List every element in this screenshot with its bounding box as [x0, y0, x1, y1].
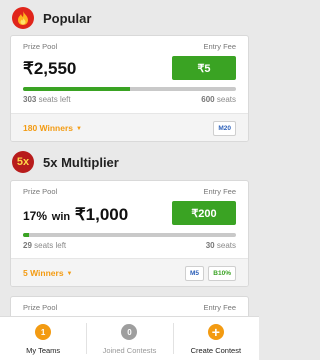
joined-count-badge: 0 — [121, 324, 138, 340]
section-title: 5x Multiplier — [43, 154, 119, 170]
bonus-tag: B10% — [208, 266, 236, 281]
winners-dropdown[interactable]: 5 Winners ▼ — [23, 268, 73, 278]
chevron-down-icon: ▼ — [66, 271, 73, 277]
total-seats: 600 seats — [201, 95, 236, 104]
prize-amount: 17% win ₹1,000 — [23, 205, 128, 225]
entry-fee-button[interactable]: ₹200 — [172, 201, 236, 225]
seats-left: 29 seats left — [23, 241, 67, 250]
multi-entry-tag: M20 — [213, 121, 236, 136]
prize-pool-label: Prize Pool — [23, 303, 58, 312]
nav-joined-contests[interactable]: 0 Joined Contests — [86, 317, 172, 360]
nav-label: My Teams — [26, 346, 61, 355]
multiplier-5x-icon: 5x — [12, 151, 34, 173]
entry-fee-label: Entry Fee — [203, 303, 236, 312]
bottom-nav: 1 My Teams 0 Joined Contests + Create Co… — [0, 316, 259, 360]
total-seats: 30 seats — [205, 241, 236, 250]
section-header-multiplier: 5x 5x Multiplier — [12, 151, 119, 173]
prize-value: ₹1,000 — [74, 205, 129, 224]
seats-progress-fill — [23, 233, 30, 237]
contest-card-popular[interactable]: Prize Pool Entry Fee ₹2,550 ₹5 303 seats… — [10, 35, 249, 142]
winners-dropdown[interactable]: 180 Winners ▼ — [23, 123, 82, 133]
nav-create-contest[interactable]: + Create Contest — [172, 317, 259, 360]
winners-label: 180 Winners — [23, 123, 73, 133]
nav-my-teams[interactable]: 1 My Teams — [0, 317, 86, 360]
win-word: win — [51, 211, 71, 223]
win-percentage: 17% — [23, 209, 48, 223]
chevron-down-icon: ▼ — [76, 126, 82, 132]
section-title: Popular — [43, 10, 92, 26]
card-footer: 180 Winners ▼ M20 — [11, 113, 248, 141]
plus-icon: + — [207, 324, 224, 340]
entry-fee-label: Entry Fee — [203, 42, 236, 51]
fire-icon — [12, 7, 34, 29]
multi-entry-tag: M5 — [184, 266, 204, 281]
contest-card-multiplier[interactable]: Prize Pool Entry Fee 17% win ₹1,000 ₹200… — [10, 180, 249, 287]
section-header-popular: Popular — [12, 7, 91, 29]
seats-progress-fill — [23, 87, 130, 91]
prize-pool-label: Prize Pool — [23, 187, 58, 196]
seats-progress-bar — [23, 233, 236, 237]
prize-pool-label: Prize Pool — [23, 42, 58, 51]
seats-progress-bar — [23, 87, 236, 91]
nav-label: Joined Contests — [102, 346, 157, 355]
seats-left: 303 seats left — [23, 95, 71, 104]
teams-count-badge: 1 — [35, 324, 52, 340]
entry-fee-label: Entry Fee — [203, 187, 236, 196]
card-footer: 5 Winners ▼ M5 B10% — [11, 258, 248, 286]
nav-label: Create Contest — [190, 346, 242, 355]
prize-amount: ₹2,550 — [23, 59, 77, 78]
entry-fee-button[interactable]: ₹5 — [172, 56, 236, 80]
winners-label: 5 Winners — [23, 268, 64, 278]
